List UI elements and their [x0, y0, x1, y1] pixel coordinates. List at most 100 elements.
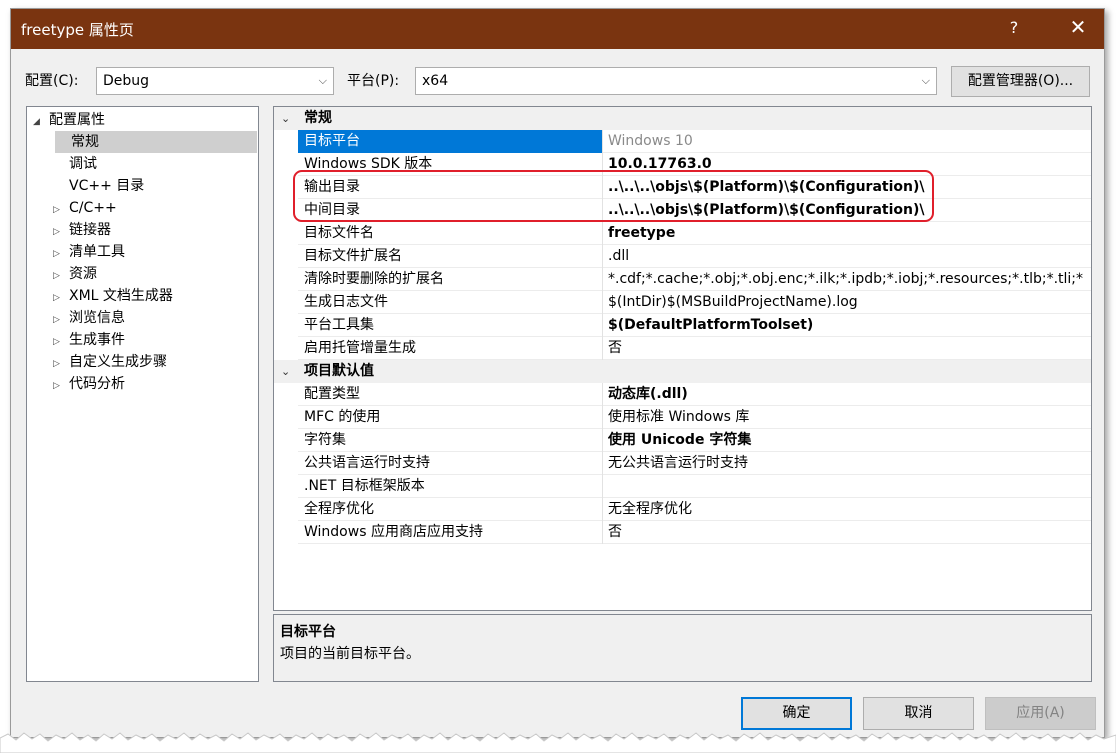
property-row[interactable]: 生成日志文件 $(IntDir)$(MSBuildProjectName).log — [298, 291, 1091, 314]
property-value[interactable]: 否 — [604, 337, 1091, 360]
property-row[interactable]: MFC 的使用 使用标准 Windows 库 — [298, 406, 1091, 429]
property-name[interactable]: MFC 的使用 — [298, 406, 603, 429]
property-value[interactable]: $(DefaultPlatformToolset) — [604, 314, 1091, 337]
tree-item[interactable]: ▷ C/C++ — [53, 197, 117, 219]
title-bar[interactable]: freetype 属性页 ? ✕ — [11, 9, 1104, 49]
property-row[interactable]: 目标文件名 freetype — [298, 222, 1091, 245]
tree-item-label: 资源 — [69, 266, 97, 282]
expand-triangle-icon[interactable]: ▷ — [53, 353, 69, 375]
tree-item-label: 浏览信息 — [69, 310, 125, 326]
property-row[interactable]: 清除时要删除的扩展名 *.cdf;*.cache;*.obj;*.obj.enc;… — [298, 268, 1091, 291]
category-label: 常规 — [304, 110, 332, 126]
expand-triangle-icon[interactable]: ▷ — [53, 221, 69, 243]
property-name[interactable]: 目标平台 — [298, 130, 603, 153]
chevron-down-icon: ⌵ — [921, 74, 930, 87]
tree-item-label: 生成事件 — [69, 332, 125, 348]
expand-triangle-icon[interactable]: ▷ — [53, 243, 69, 265]
tree-item-label: C/C++ — [69, 200, 117, 216]
property-name[interactable]: 目标文件扩展名 — [298, 245, 603, 268]
property-row[interactable]: 目标文件扩展名 .dll — [298, 245, 1091, 268]
platform-select-value: x64 — [422, 73, 449, 89]
expand-triangle-icon[interactable]: ▷ — [53, 199, 69, 221]
property-name[interactable]: 平台工具集 — [298, 314, 603, 337]
description-title: 目标平台 — [280, 624, 336, 640]
tree-item[interactable]: 调试 — [53, 153, 97, 175]
description-text: 项目的当前目标平台。 — [280, 646, 420, 662]
property-name[interactable]: 生成日志文件 — [298, 291, 603, 314]
property-name[interactable]: 启用托管增量生成 — [298, 337, 603, 360]
property-name[interactable]: 清除时要删除的扩展名 — [298, 268, 603, 291]
tree-item[interactable]: VC++ 目录 — [53, 175, 144, 197]
category-tree[interactable]: ◢ 配置属性 常规 调试 VC++ 目录 ▷ C/C++ ▷ 链接器 ▷ 清单工具 ▷ 资源 ▷ XML … — [26, 106, 259, 682]
property-row[interactable]: 公共语言运行时支持 无公共语言运行时支持 — [298, 452, 1091, 475]
property-name[interactable]: .NET 目标框架版本 — [298, 475, 603, 498]
tree-root[interactable]: ◢ 配置属性 — [33, 109, 105, 131]
chevron-down-icon: ⌵ — [318, 74, 327, 87]
property-value[interactable] — [604, 475, 1091, 498]
property-row[interactable]: 字符集 使用 Unicode 字符集 — [298, 429, 1091, 452]
expand-triangle-icon[interactable]: ▷ — [53, 331, 69, 353]
tree-item[interactable]: ▷ 资源 — [53, 263, 97, 285]
tree-item-label: XML 文档生成器 — [69, 288, 173, 304]
tree-item-label: 调试 — [69, 156, 97, 172]
platform-label: 平台(P): — [347, 73, 400, 89]
tree-item[interactable]: ▷ 链接器 — [53, 219, 111, 241]
property-name[interactable]: 字符集 — [298, 429, 603, 452]
property-value[interactable]: 使用 Unicode 字符集 — [604, 429, 1091, 452]
collapse-triangle-icon[interactable]: ◢ — [33, 111, 49, 133]
property-name[interactable]: 全程序优化 — [298, 498, 603, 521]
tree-item[interactable]: ▷ 浏览信息 — [53, 307, 125, 329]
property-value[interactable]: 无全程序优化 — [604, 498, 1091, 521]
tree-item-label: VC++ 目录 — [69, 178, 145, 194]
tree-item-label: 链接器 — [69, 222, 111, 238]
tree-item[interactable]: ▷ 代码分析 — [53, 373, 125, 395]
config-select[interactable]: Debug ⌵ — [96, 67, 334, 95]
property-value[interactable]: 否 — [604, 521, 1091, 544]
property-value[interactable]: $(IntDir)$(MSBuildProjectName).log — [604, 291, 1091, 314]
tree-item-label: 代码分析 — [69, 376, 125, 392]
category-header[interactable]: ⌄ 项目默认值 — [274, 360, 1091, 383]
property-row[interactable]: 全程序优化 无全程序优化 — [298, 498, 1091, 521]
expand-triangle-icon[interactable]: ▷ — [53, 375, 69, 397]
property-name[interactable]: Windows 应用商店应用支持 — [298, 521, 603, 544]
property-name[interactable]: 公共语言运行时支持 — [298, 452, 603, 475]
property-row[interactable]: Windows 应用商店应用支持否 — [298, 521, 1091, 544]
close-icon[interactable]: ✕ — [1066, 15, 1090, 39]
chevron-down-icon[interactable]: ⌄ — [281, 107, 290, 130]
tree-item[interactable]: 常规 — [55, 131, 257, 153]
property-row[interactable]: 启用托管增量生成否 — [298, 337, 1091, 360]
category-header[interactable]: ⌄ 常规 — [274, 107, 1091, 130]
tree-item[interactable]: ▷ 自定义生成步骤 — [53, 351, 167, 373]
property-value[interactable]: 使用标准 Windows 库 — [604, 406, 1091, 429]
property-value[interactable]: *.cdf;*.cache;*.obj;*.obj.enc;*.ilk;*.ip… — [604, 268, 1091, 291]
property-name[interactable]: 目标文件名 — [298, 222, 603, 245]
tree-item[interactable]: ▷ XML 文档生成器 — [53, 285, 173, 307]
property-value[interactable]: .dll — [604, 245, 1091, 268]
highlight-box — [293, 170, 934, 222]
property-row[interactable]: .NET 目标框架版本 — [298, 475, 1091, 498]
config-label: 配置(C): — [25, 73, 79, 89]
property-value[interactable]: 无公共语言运行时支持 — [604, 452, 1091, 475]
property-value[interactable]: Windows 10 — [604, 130, 1091, 153]
property-row[interactable]: 目标平台 Windows 10 — [298, 130, 1091, 153]
platform-select[interactable]: x64 ⌵ — [415, 67, 937, 95]
tree-root-label: 配置属性 — [49, 112, 105, 128]
tree-item-label: 自定义生成步骤 — [69, 354, 167, 370]
tree-item-label: 常规 — [71, 134, 99, 150]
property-row[interactable]: 平台工具集 $(DefaultPlatformToolset) — [298, 314, 1091, 337]
chevron-down-icon[interactable]: ⌄ — [281, 360, 290, 383]
property-row[interactable]: 配置类型 动态库(.dll) — [298, 383, 1091, 406]
tree-item[interactable]: ▷ 生成事件 — [53, 329, 125, 351]
tree-item[interactable]: ▷ 清单工具 — [53, 241, 125, 263]
description-panel: 目标平台 项目的当前目标平台。 — [273, 614, 1092, 682]
expand-triangle-icon[interactable]: ▷ — [53, 309, 69, 331]
window-title: freetype 属性页 — [21, 21, 134, 39]
property-value[interactable]: freetype — [604, 222, 1091, 245]
expand-triangle-icon[interactable]: ▷ — [53, 265, 69, 287]
expand-triangle-icon[interactable]: ▷ — [53, 287, 69, 309]
property-value[interactable]: 动态库(.dll) — [604, 383, 1091, 406]
help-icon[interactable]: ? — [1004, 18, 1024, 37]
category-label: 项目默认值 — [304, 363, 374, 379]
property-name[interactable]: 配置类型 — [298, 383, 603, 406]
config-manager-button[interactable]: 配置管理器(O)... — [951, 66, 1090, 97]
